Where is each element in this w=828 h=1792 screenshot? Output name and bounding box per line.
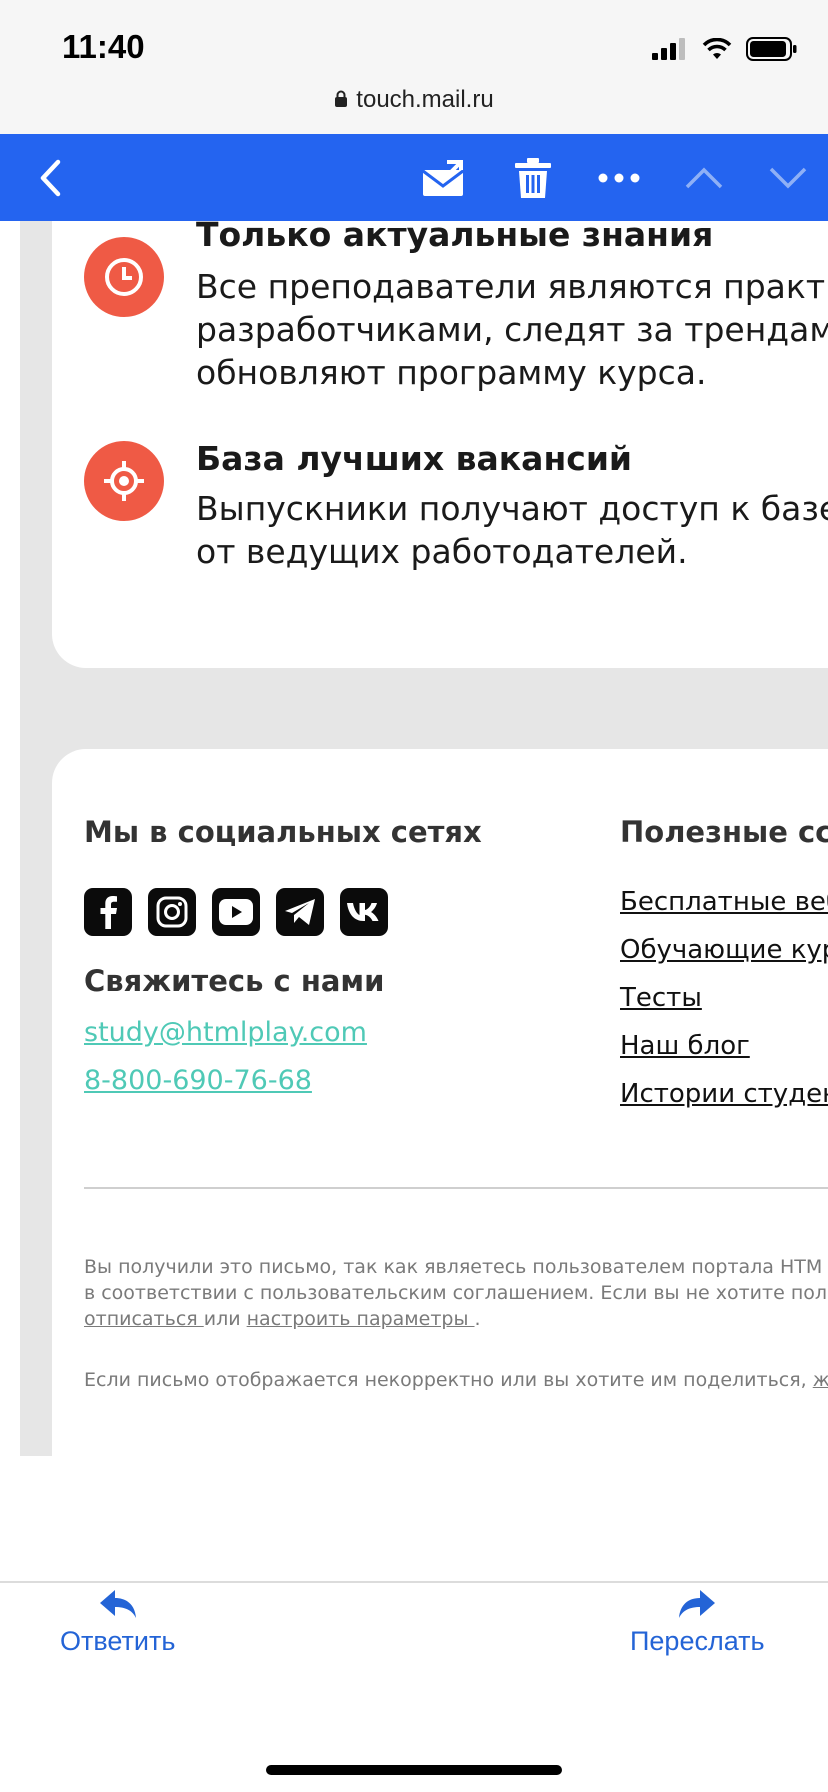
next-email-button[interactable]: [762, 134, 814, 221]
url-text: touch.mail.ru: [356, 86, 494, 113]
forward-button[interactable]: Переслать: [630, 1588, 765, 1668]
feature-title: База лучших вакансий: [196, 439, 633, 478]
social-title: Мы в социальных сетях: [84, 815, 482, 849]
useful-link[interactable]: Обучающие курс: [620, 935, 828, 965]
forward-arrow-icon: [679, 1590, 716, 1618]
footer-divider: [84, 1187, 828, 1189]
useful-link[interactable]: Истории студент: [620, 1079, 828, 1109]
status-bar: 11:40 touch.mail.ru: [0, 0, 828, 135]
web-version-line: Если письмо отображается некорректно или…: [84, 1367, 828, 1393]
feature-text-line: разработчиками, следят за трендами: [196, 310, 828, 349]
previous-email-button[interactable]: [678, 134, 730, 221]
useful-link[interactable]: Наш блог: [620, 1031, 750, 1061]
address-bar[interactable]: touch.mail.ru: [0, 86, 828, 115]
chevron-down-icon: [769, 167, 807, 188]
reply-label: Ответить: [60, 1626, 176, 1656]
feature-text-line: Все преподаватели являются практикт: [196, 267, 828, 306]
feature-title: Только актуальные знания: [196, 221, 714, 254]
social-links: [84, 888, 388, 936]
contact-title: Свяжитесь с нами: [84, 964, 385, 998]
unsubscribe-link[interactable]: отписаться: [84, 1308, 204, 1330]
forward-label: Переслать: [630, 1626, 765, 1656]
mail-toolbar: [0, 134, 828, 221]
envelope-spam-icon: [422, 159, 464, 196]
feature-text-line: обновляют программу курса.: [196, 353, 707, 392]
instagram-icon[interactable]: [148, 888, 196, 936]
bottom-bar-divider: [0, 1581, 828, 1583]
move-to-spam-button[interactable]: [414, 134, 476, 221]
clock-icon: [84, 237, 164, 317]
lock-icon: [334, 87, 348, 115]
signal-icon: [652, 38, 685, 60]
delete-button[interactable]: [502, 134, 564, 221]
wifi-icon: [702, 38, 732, 59]
period-text: .: [474, 1308, 481, 1330]
reply-arrow-icon: [99, 1590, 136, 1618]
reply-button[interactable]: Ответить: [60, 1588, 175, 1668]
contact-phone-link[interactable]: 8-800-690-76-68: [84, 1065, 312, 1096]
feature-text-line: от ведущих работодателей.: [196, 532, 688, 571]
status-time: 11:40: [62, 28, 145, 65]
chevron-up-icon: [685, 167, 723, 188]
home-indicator: [266, 1765, 562, 1775]
email-body[interactable]: Только актуальные знания Все преподавате…: [0, 221, 828, 1581]
useful-links-title: Полезные ссь: [620, 815, 828, 849]
or-text: или: [203, 1308, 241, 1330]
disclaimer-line: в соответствии с пользовательским соглаш…: [84, 1282, 828, 1304]
telegram-icon[interactable]: [276, 888, 324, 936]
youtube-icon[interactable]: [212, 888, 260, 936]
facebook-icon[interactable]: [84, 888, 132, 936]
useful-link[interactable]: Тесты: [620, 983, 702, 1013]
trash-icon: [515, 157, 551, 198]
web-version-link[interactable]: ж: [813, 1369, 828, 1391]
battery-icon: [746, 37, 797, 61]
vk-icon[interactable]: [340, 888, 388, 936]
status-icons: [652, 36, 798, 62]
more-dots-icon: [598, 173, 640, 182]
chevron-left-icon: [40, 159, 61, 196]
settings-link[interactable]: настроить параметры: [247, 1308, 475, 1330]
contact-email-link[interactable]: study@htmlplay.com: [84, 1017, 367, 1048]
target-icon: [84, 441, 164, 521]
back-button[interactable]: [20, 134, 80, 221]
web-version-text: Если письмо отображается некорректно или…: [84, 1369, 807, 1391]
useful-link[interactable]: Бесплатные веб: [620, 887, 828, 917]
more-button[interactable]: [588, 134, 650, 221]
feature-text-line: Выпускники получают доступ к базе в: [196, 489, 828, 528]
disclaimer-line: Вы получили это письмо, так как являетес…: [84, 1256, 823, 1278]
unsubscribe-line: отписаться или настроить параметры .: [84, 1306, 481, 1332]
